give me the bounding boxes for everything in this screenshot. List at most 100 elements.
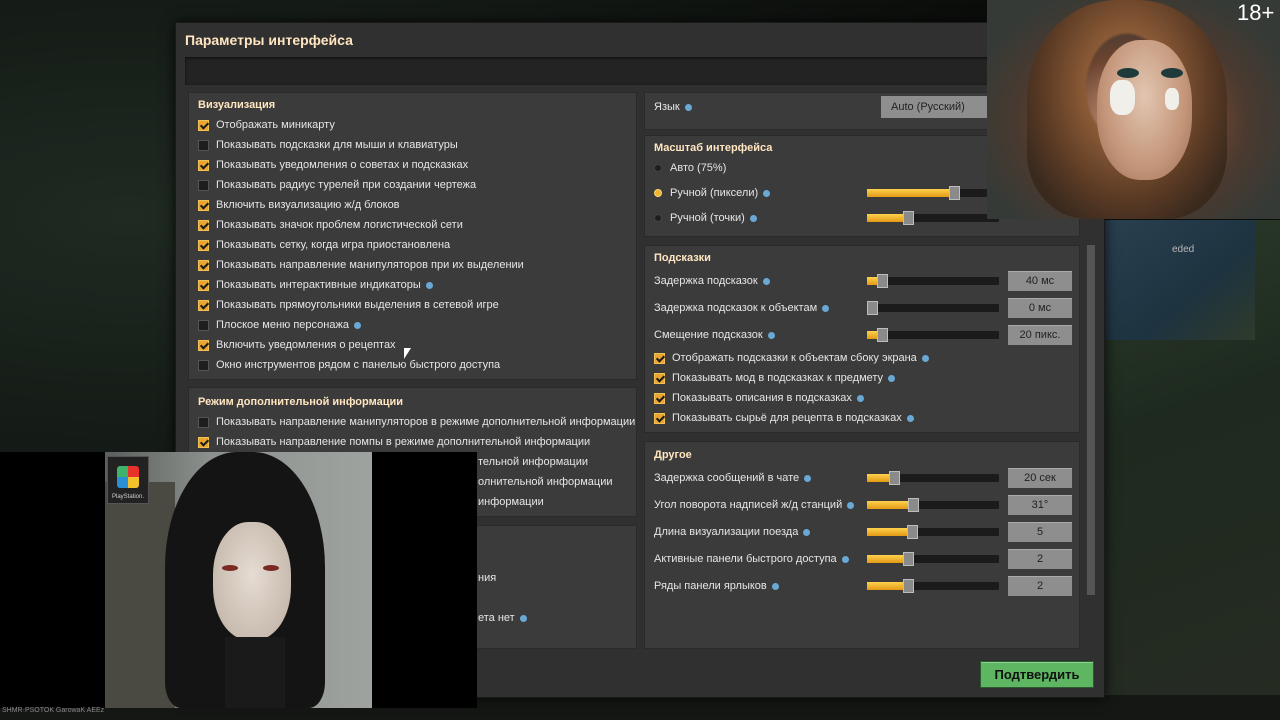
visualization-option[interactable]: Показывать подсказки для мыши и клавиату… [198,136,458,154]
info-icon[interactable] [841,555,849,563]
slider-handle[interactable] [877,328,888,342]
slider-handle[interactable] [903,211,914,225]
language-dropdown[interactable]: Auto (Русский) [881,96,991,118]
tooltip-option[interactable]: Показывать мод в подсказках к предмету [654,369,896,387]
info-icon[interactable] [847,501,855,509]
checkbox[interactable] [198,339,209,351]
info-icon[interactable] [425,281,433,289]
scale-option[interactable]: Ручной (точки) [654,209,757,227]
info-icon[interactable] [856,394,864,402]
visualization-option[interactable]: Показывать радиус турелей при создании ч… [198,176,476,194]
slider-handle[interactable] [949,186,960,200]
other-setting-label: Задержка сообщений в чате [654,472,800,484]
slider-handle[interactable] [908,498,919,512]
info-icon[interactable] [803,528,811,536]
visualization-option[interactable]: Показывать интерактивные индикаторы [198,276,433,294]
confirm-button[interactable]: Подтвердить [981,662,1093,687]
tooltip-slider[interactable] [867,301,999,315]
slider-handle[interactable] [867,301,878,315]
scale-slider[interactable] [867,186,999,200]
scale-option[interactable]: Авто (75%) [654,159,726,177]
info-icon[interactable] [767,331,775,339]
slider-handle[interactable] [889,471,900,485]
alt-mode-option[interactable]: Показывать направление помпы в режиме до… [198,433,590,451]
radio-button[interactable] [654,214,662,222]
visualization-option[interactable]: Показывать прямоугольники выделения в се… [198,296,499,314]
tooltip-option[interactable]: Показывать описания в подсказках [654,389,864,407]
slider-fill [867,214,907,222]
info-icon[interactable] [762,277,770,285]
info-icon[interactable] [921,354,929,362]
alt-mode-option[interactable]: тельной информации [478,453,588,471]
other-value-field[interactable]: 2 [1008,576,1072,596]
alt-mode-option[interactable]: Показывать направление манипуляторов в р… [198,413,635,431]
alt-mode-option[interactable]: информации [478,493,544,511]
visualization-option[interactable]: Показывать уведомления о советах и подск… [198,156,468,174]
checkbox[interactable] [198,159,209,171]
tooltip-slider[interactable] [867,328,999,342]
checkbox-label: Показывать сырьё для рецепта в подсказка… [672,412,902,424]
checkbox[interactable] [198,359,209,371]
checkbox[interactable] [654,352,665,364]
scale-slider[interactable] [867,211,999,225]
info-icon[interactable] [906,414,914,422]
visualization-option[interactable]: Включить уведомления о рецептах [198,336,396,354]
info-icon[interactable] [353,321,361,329]
visualization-option[interactable]: Показывать сетку, когда игра приостановл… [198,236,450,254]
checkbox[interactable] [198,139,209,151]
checkbox[interactable] [198,299,209,311]
slider-handle[interactable] [903,579,914,593]
info-icon[interactable] [749,214,757,222]
checkbox[interactable] [198,239,209,251]
tooltip-value-field[interactable]: 40 мс [1008,271,1072,291]
info-icon[interactable] [763,189,771,197]
info-icon[interactable] [822,304,830,312]
scale-option[interactable]: Ручной (пиксели) [654,184,771,202]
other-slider[interactable] [867,498,999,512]
slider-handle[interactable] [907,525,918,539]
other-value-field[interactable]: 2 [1008,549,1072,569]
checkbox[interactable] [198,179,209,191]
visualization-option[interactable]: Окно инструментов рядом с панелью быстро… [198,356,500,374]
scale-option-label: Ручной (точки) [670,212,745,224]
other-value-field[interactable]: 31° [1008,495,1072,515]
checkbox[interactable] [198,436,209,448]
checkbox[interactable] [198,219,209,231]
radio-button[interactable] [654,189,662,197]
visualization-option[interactable]: Плоское меню персонажа [198,316,361,334]
other-slider[interactable] [867,471,999,485]
visualization-option[interactable]: Включить визуализацию ж/д блоков [198,196,400,214]
checkbox[interactable] [198,259,209,271]
info-icon[interactable] [771,582,779,590]
other-slider[interactable] [867,552,999,566]
slider-handle[interactable] [877,274,888,288]
tooltip-option[interactable]: Отображать подсказки к объектам сбоку эк… [654,349,929,367]
info-icon[interactable] [888,374,896,382]
checkbox[interactable] [198,119,209,131]
slider-handle[interactable] [903,552,914,566]
checkbox[interactable] [198,279,209,291]
checkbox[interactable] [198,319,209,331]
checkbox[interactable] [654,392,665,404]
other-value-field[interactable]: 5 [1008,522,1072,542]
info-icon[interactable] [519,614,527,622]
visualization-option[interactable]: Отображать миникарту [198,116,335,134]
checkbox[interactable] [198,199,209,211]
other-slider[interactable] [867,525,999,539]
visualization-option[interactable]: Показывать направление манипуляторов при… [198,256,524,274]
checkbox[interactable] [654,412,665,424]
other-value-field[interactable]: 20 сек [1008,468,1072,488]
info-icon[interactable] [684,103,692,111]
info-icon[interactable] [804,474,812,482]
other-slider[interactable] [867,579,999,593]
visualization-option[interactable]: Показывать значок проблем логистической … [198,216,463,234]
checkbox[interactable] [654,372,665,384]
tooltip-option[interactable]: Показывать сырьё для рецепта в подсказка… [654,409,914,427]
scrollbar[interactable] [1087,245,1095,595]
radio-button[interactable] [654,164,662,172]
tooltip-value-field[interactable]: 20 пикс. [1008,325,1072,345]
tooltip-value-field[interactable]: 0 мс [1008,298,1072,318]
alt-mode-option[interactable]: олнительной информации [478,473,613,491]
tooltip-slider[interactable] [867,274,999,288]
checkbox[interactable] [198,416,209,428]
